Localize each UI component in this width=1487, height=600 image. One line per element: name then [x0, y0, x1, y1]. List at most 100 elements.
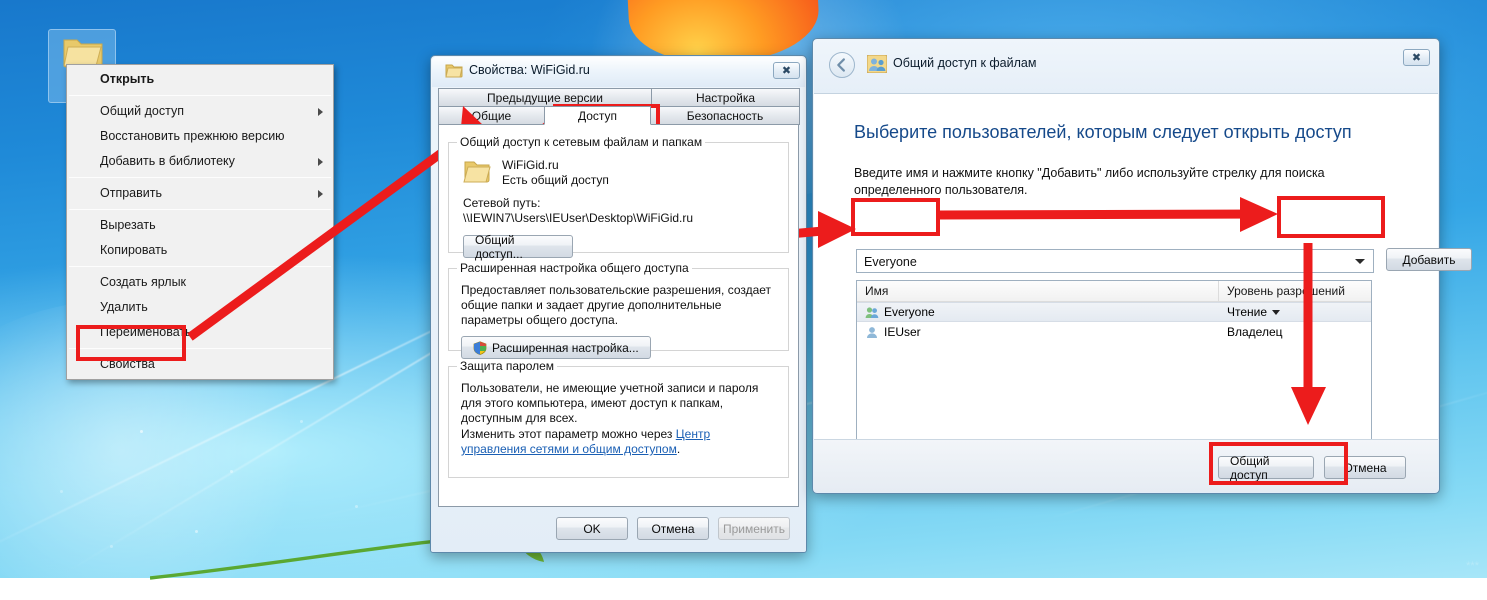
row-name-cell: Everyone	[857, 305, 1219, 319]
menu-separator	[69, 209, 331, 210]
menu-separator	[69, 266, 331, 267]
shared-folder-status: Есть общий доступ	[502, 173, 609, 187]
menu-item-send-to[interactable]: Отправить	[67, 181, 333, 206]
file-sharing-wizard[interactable]: Общий доступ к файлам ✖ Выберите пользов…	[812, 38, 1472, 494]
tab-general[interactable]: Общие	[438, 106, 545, 125]
table-header-row: Имя Уровень разрешений	[857, 281, 1371, 302]
wizard-description: Введите имя и нажмите кнопку "Добавить" …	[854, 166, 1325, 197]
row-name-label: IEUser	[884, 325, 921, 339]
chevron-down-icon[interactable]	[1355, 259, 1365, 264]
tab-sharing[interactable]: Доступ	[544, 106, 651, 125]
dialog-title: Свойства: WiFiGid.ru	[469, 63, 590, 77]
network-path-label: Сетевой путь:	[463, 196, 541, 210]
group-network-file-sharing: Общий доступ к сетевым файлам и папкам W…	[448, 135, 789, 261]
group-icon	[865, 306, 879, 318]
share-confirm-button[interactable]: Общий доступ	[1218, 454, 1314, 482]
tab-security[interactable]: Безопасность	[650, 106, 800, 125]
menu-item-label: Свойства	[100, 357, 155, 371]
menu-item-share[interactable]: Общий доступ	[67, 99, 333, 124]
wizard-title: Общий доступ к файлам	[893, 56, 1037, 70]
back-arrow-glyph	[837, 58, 845, 72]
back-arrow-icon[interactable]	[829, 52, 855, 78]
password-protection-text-1: Пользователи, не имеющие учетной записи …	[461, 381, 759, 425]
wizard-content: Выберите пользователей, которым следует …	[814, 93, 1472, 465]
group-legend: Расширенная настройка общего доступа	[460, 261, 689, 275]
network-path-value: \\IEWIN7\Users\IEUser\Desktop\WiFiGid.ru	[463, 211, 694, 225]
menu-item-rename[interactable]: Переименовать	[67, 320, 333, 345]
menu-item-copy[interactable]: Копировать	[67, 238, 333, 263]
menu-item-label: Удалить	[100, 300, 148, 314]
wizard-heading: Выберите пользователей, которым следует …	[854, 122, 1352, 142]
permission-dropdown-icon[interactable]	[1272, 309, 1281, 315]
menu-item-open[interactable]: Открыть	[67, 67, 333, 92]
menu-item-restore-previous-version[interactable]: Восстановить прежнюю версию	[67, 124, 333, 149]
apply-button[interactable]: Применить	[718, 517, 790, 540]
folder-icon	[463, 161, 491, 183]
menu-item-label: Копировать	[100, 243, 168, 257]
user-icon	[867, 326, 877, 338]
menu-item-delete[interactable]: Удалить	[67, 295, 333, 320]
menu-separator	[69, 177, 331, 178]
wallpaper-speck	[140, 430, 143, 433]
cancel-button[interactable]: Отмена	[637, 517, 709, 540]
wallpaper-speck	[300, 420, 303, 423]
menu-item-label: Добавить в библиотеку	[100, 154, 235, 168]
menu-item-label: Создать ярлык	[100, 275, 187, 289]
menu-item-label: Вырезать	[100, 218, 156, 232]
menu-item-create-shortcut[interactable]: Создать ярлык	[67, 270, 333, 295]
menu-item-label: Открыть	[100, 72, 155, 86]
table-row[interactable]: IEUser Владелец	[857, 322, 1371, 342]
wizard-footer: Общий доступ Отмена	[814, 439, 1438, 492]
tab-previous-versions[interactable]: Предыдущие версии	[438, 88, 652, 107]
menu-item-add-to-library[interactable]: Добавить в библиотеку	[67, 149, 333, 174]
watermark: ***	[1466, 560, 1479, 572]
close-icon[interactable]: ✖	[1403, 49, 1430, 66]
menu-item-label: Переименовать	[100, 325, 192, 339]
folder-icon	[445, 64, 463, 78]
password-protection-text-2: Изменить этот параметр можно через Центр…	[461, 427, 778, 457]
context-menu[interactable]: Открыть Общий доступ Восстановить прежню…	[66, 64, 334, 380]
menu-item-label: Общий доступ	[100, 104, 184, 118]
group-legend: Защита паролем	[460, 359, 555, 373]
password-protection-suffix: .	[676, 442, 681, 456]
column-header-name: Имя	[857, 281, 1219, 301]
dialog-footer: OK Отмена Применить	[447, 517, 790, 540]
menu-item-cut[interactable]: Вырезать	[67, 213, 333, 238]
wallpaper-speck	[60, 490, 63, 493]
menu-item-properties[interactable]: Свойства	[67, 352, 333, 377]
row-permission-cell[interactable]: Чтение	[1219, 305, 1371, 319]
tab-customize[interactable]: Настройка	[651, 88, 800, 107]
user-input[interactable]	[862, 252, 1322, 271]
menu-item-label: Восстановить прежнюю версию	[100, 129, 285, 143]
dialog-body: Предыдущие версии Настройка Общие Доступ…	[438, 88, 800, 545]
group-advanced-sharing: Расширенная настройка общего доступа Пре…	[448, 261, 789, 359]
menu-item-label: Отправить	[100, 186, 162, 200]
ok-button[interactable]: OK	[556, 517, 628, 540]
close-icon[interactable]: ✖	[773, 62, 800, 79]
row-permission-label: Чтение	[1227, 305, 1268, 319]
advanced-sharing-button-label: Расширенная настройка...	[492, 340, 639, 355]
submenu-arrow-icon	[318, 157, 323, 166]
row-name-label: Everyone	[884, 305, 935, 319]
tab-row-upper[interactable]: Предыдущие версии Настройка	[438, 88, 800, 107]
group-password-protection: Защита паролем Пользователи, не имеющие …	[448, 359, 789, 478]
tab-row-lower[interactable]: Общие Доступ Безопасность	[438, 106, 800, 125]
row-permission-label: Владелец	[1227, 325, 1283, 339]
share-button[interactable]: Общий доступ...	[463, 233, 573, 261]
permissions-table[interactable]: Имя Уровень разрешений Everyone Чтение I…	[856, 280, 1372, 442]
menu-separator	[69, 95, 331, 96]
row-permission-cell: Владелец	[1219, 325, 1371, 339]
shared-folder-name: WiFiGid.ru	[502, 158, 559, 172]
add-button[interactable]: Добавить	[1386, 248, 1472, 271]
users-icon	[867, 55, 887, 73]
wallpaper-speck	[230, 470, 233, 473]
wizard-cancel-button[interactable]: Отмена	[1324, 456, 1406, 479]
properties-dialog[interactable]: Свойства: WiFiGid.ru ✖ Предыдущие версии…	[430, 55, 807, 553]
row-name-cell: IEUser	[857, 325, 1219, 339]
group-legend: Общий доступ к сетевым файлам и папкам	[460, 135, 703, 149]
tab-panel-sharing: Общий доступ к сетевым файлам и папкам W…	[438, 124, 799, 507]
table-row[interactable]: Everyone Чтение	[857, 302, 1371, 322]
advanced-sharing-button[interactable]: Расширенная настройка...	[461, 336, 651, 359]
submenu-arrow-icon	[318, 189, 323, 198]
user-combobox[interactable]	[856, 249, 1374, 273]
